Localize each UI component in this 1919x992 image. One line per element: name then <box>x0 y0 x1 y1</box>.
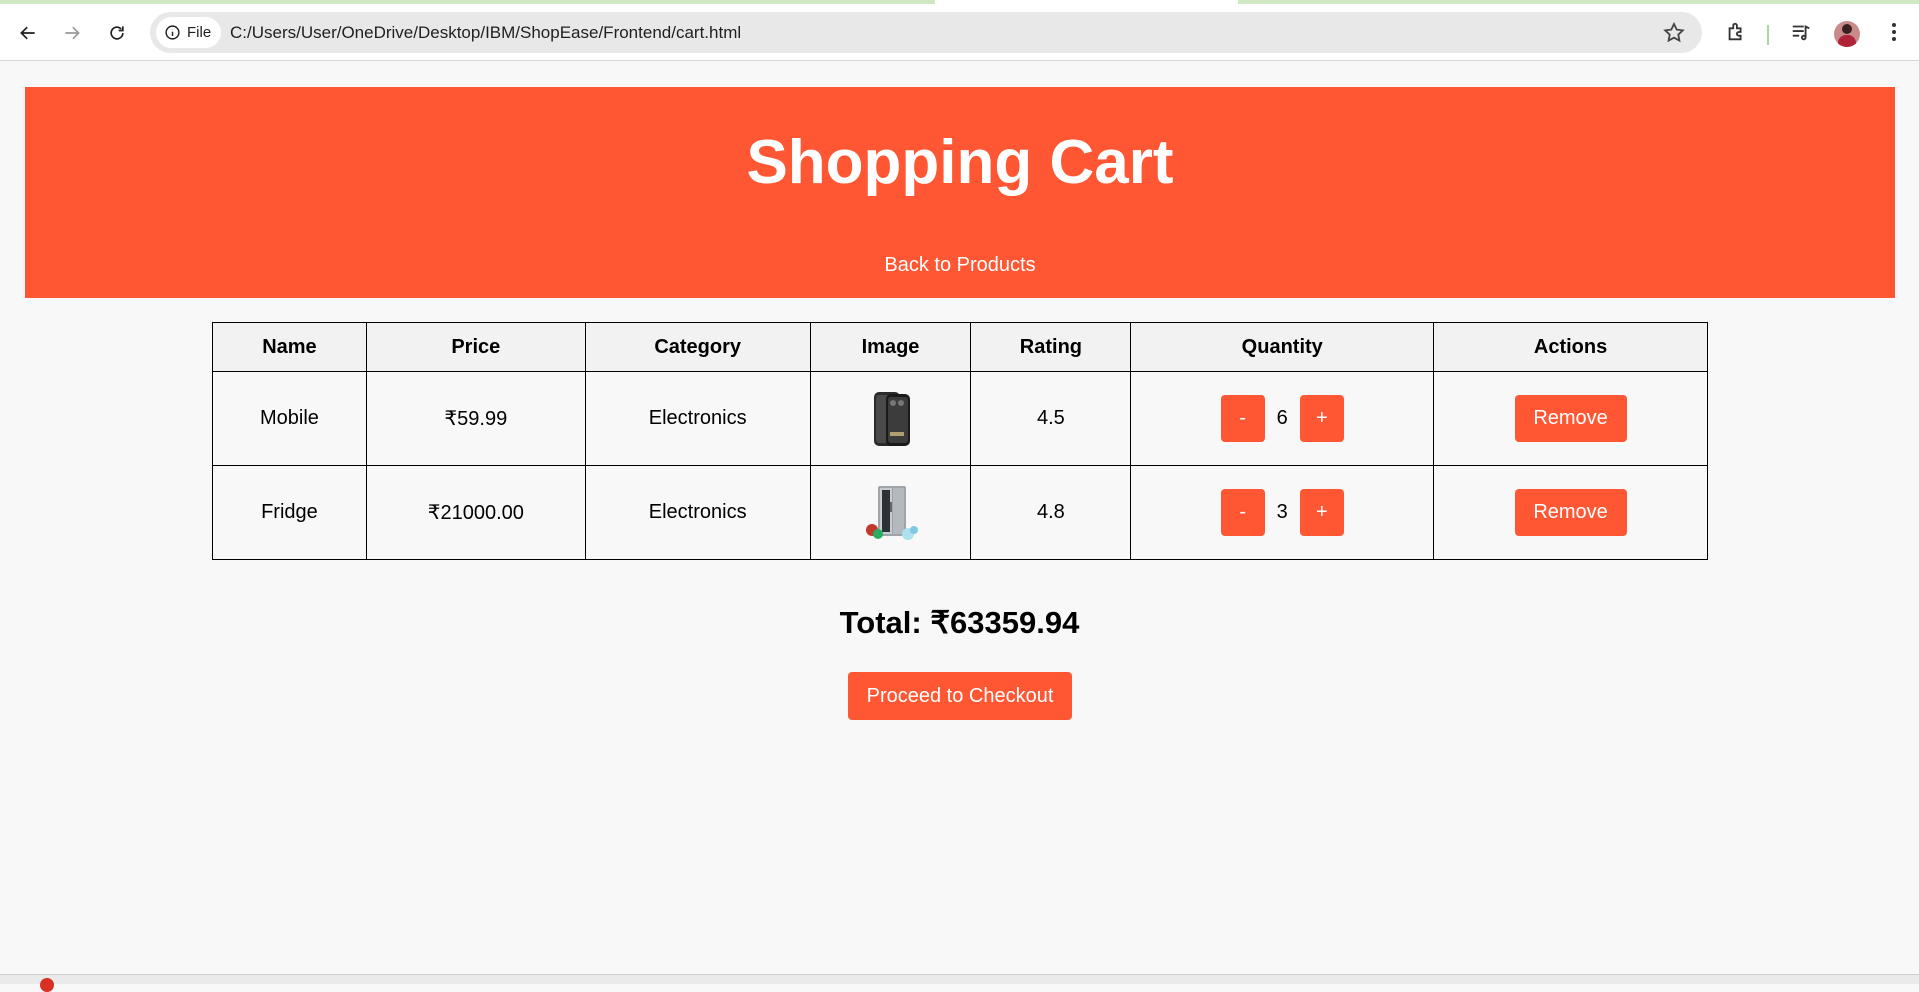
column-header-rating: Rating <box>970 322 1132 372</box>
cell-quantity: - 3 + <box>1130 465 1435 560</box>
cell-actions: Remove <box>1433 371 1708 466</box>
back-arrow-icon[interactable] <box>11 16 45 50</box>
cell-name: Mobile <box>212 371 367 466</box>
increase-quantity-button[interactable]: + <box>1299 395 1344 442</box>
cell-rating: 4.5 <box>970 371 1132 466</box>
column-header-name: Name <box>212 322 367 372</box>
taskbar-edge <box>0 974 1919 992</box>
page-header: Shopping Cart Back to Products <box>25 87 1895 298</box>
column-header-actions: Actions <box>1433 322 1708 372</box>
cell-image <box>809 465 972 560</box>
table-header-row: Name Price Category Image Rating Quantit… <box>212 322 1708 372</box>
mobile-phone-image <box>873 391 910 446</box>
back-to-products-link[interactable]: Back to Products <box>25 254 1895 277</box>
decrease-quantity-button[interactable]: - <box>1220 395 1265 442</box>
media-icon[interactable] <box>1787 18 1815 46</box>
info-icon <box>165 25 180 40</box>
file-label: File <box>187 24 212 41</box>
quantity-value: 3 <box>1276 501 1288 523</box>
site-info-chip[interactable]: File <box>156 17 222 48</box>
page-title: Shopping Cart <box>746 128 1174 197</box>
column-header-quantity: Quantity <box>1130 322 1435 372</box>
cell-price: ₹21000.00 <box>365 465 586 560</box>
table-row: Mobile ₹59.99 Electronics 4.5 - 6 + Remo… <box>212 371 1708 466</box>
reload-icon[interactable] <box>100 16 134 50</box>
url-text[interactable]: C:/Users/User/OneDrive/Desktop/IBM/ShopE… <box>230 23 741 43</box>
extensions-icon[interactable] <box>1722 18 1750 46</box>
toolbar-divider <box>1767 25 1769 45</box>
cell-price: ₹59.99 <box>365 371 586 466</box>
avatar[interactable] <box>1834 21 1860 47</box>
cart-table: Name Price Category Image Rating Quantit… <box>212 322 1708 560</box>
table-row: Fridge ₹21000.00 Electronics 4.8 - 3 + R… <box>212 465 1708 560</box>
proceed-to-checkout-button[interactable]: Proceed to Checkout <box>848 672 1072 720</box>
fridge-image <box>865 485 918 540</box>
address-bar[interactable]: File C:/Users/User/OneDrive/Desktop/IBM/… <box>150 12 1702 53</box>
kebab-menu-icon[interactable] <box>1880 18 1908 46</box>
remove-button[interactable]: Remove <box>1514 395 1627 442</box>
cell-category: Electronics <box>584 371 811 466</box>
cell-name: Fridge <box>212 465 367 560</box>
browser-toolbar: File C:/Users/User/OneDrive/Desktop/IBM/… <box>0 4 1919 61</box>
cell-image <box>809 371 972 466</box>
forward-arrow-icon[interactable] <box>55 16 89 50</box>
decrease-quantity-button[interactable]: - <box>1220 489 1265 536</box>
star-icon[interactable] <box>1662 21 1686 45</box>
column-header-category: Category <box>584 322 811 372</box>
cell-quantity: - 6 + <box>1130 371 1435 466</box>
cell-rating: 4.8 <box>970 465 1132 560</box>
column-header-price: Price <box>365 322 586 372</box>
cell-category: Electronics <box>584 465 811 560</box>
column-header-image: Image <box>809 322 972 372</box>
cell-actions: Remove <box>1433 465 1708 560</box>
cart-total: Total: ₹63359.94 <box>839 605 1080 640</box>
quantity-value: 6 <box>1276 407 1288 429</box>
increase-quantity-button[interactable]: + <box>1299 489 1344 536</box>
remove-button[interactable]: Remove <box>1514 489 1627 536</box>
